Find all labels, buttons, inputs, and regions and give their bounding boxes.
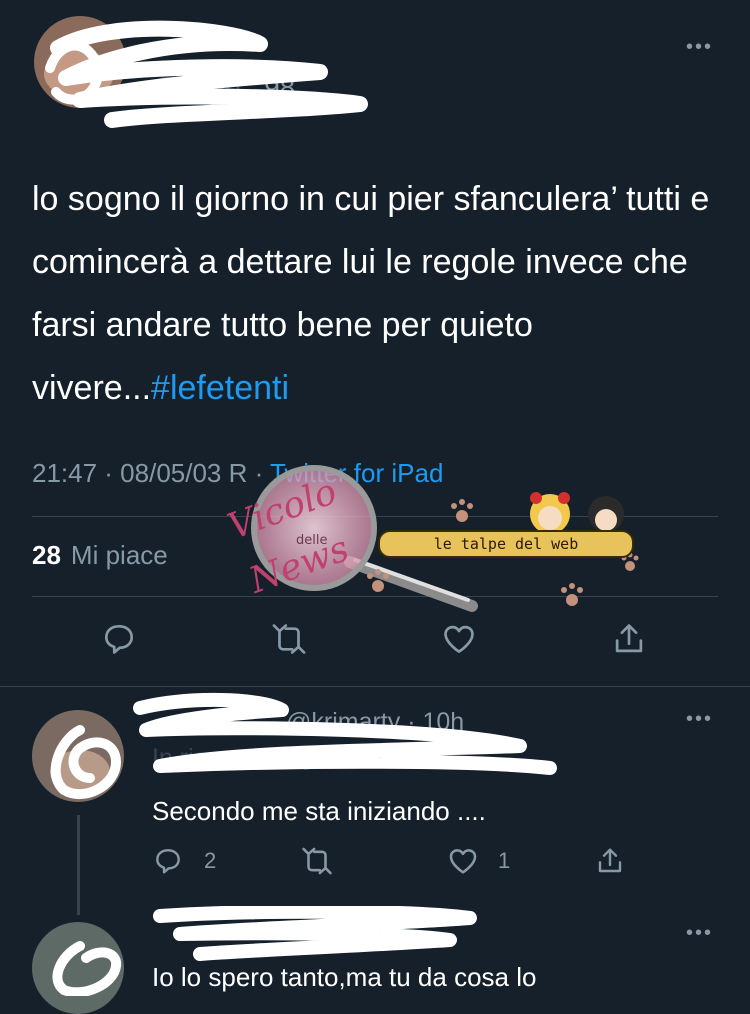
redaction-scribble [45,20,368,128]
share-icon[interactable] [594,845,626,877]
likes-row[interactable]: 28 Mi piace [32,540,168,571]
share-icon[interactable] [610,620,648,658]
like-icon[interactable] [440,620,478,658]
watermark-banner-text: le talpe del web [433,535,579,553]
reply-text: Io lo spero tanto,ma tu da cosa lo [152,962,537,992]
tweet-text: lo sogno il giorno in cui pier sfanculer… [32,168,722,420]
tweet-body: lo sogno il giorno in cui pier sfanculer… [32,180,710,407]
retweet-icon[interactable] [300,844,334,878]
reply-icon[interactable] [100,620,138,658]
watermark-banner: le talpe del web [378,530,634,558]
reply-count: 2 [204,848,217,873]
more-options-icon[interactable]: ••• [686,36,713,59]
likes-label: Mi piace [70,540,168,570]
reply-more-icon[interactable]: ••• [686,708,713,731]
retweet-icon[interactable] [270,620,308,658]
like-icon[interactable] [446,844,480,878]
reply-icon[interactable] [152,845,184,877]
likes-count: 28 [32,540,61,570]
reply-more-icon[interactable]: ••• [686,922,713,945]
like-count: 1 [498,848,511,873]
thread-line [77,815,80,915]
hashtag-link[interactable]: #lefetenti [151,369,289,407]
divider [0,686,750,687]
reply-text: Secondo me sta iniziando .... [152,796,486,826]
redaction-scribble [50,692,557,799]
